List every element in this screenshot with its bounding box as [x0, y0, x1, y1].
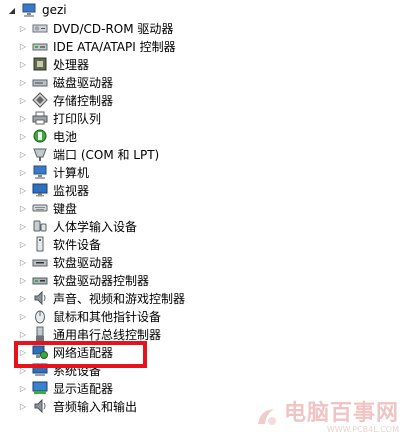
- tree-item-keyboard[interactable]: ▷ 键盘: [0, 199, 405, 217]
- sound-icon: [32, 290, 48, 306]
- collapse-arrow-icon[interactable]: ◢: [6, 6, 18, 15]
- tree-item-computer[interactable]: ▷ 计算机: [0, 163, 405, 181]
- tree-item-display-adapter[interactable]: ▷ 显示适配器: [0, 379, 405, 397]
- tree-item-floppy-controller[interactable]: ▷ 软盘驱动器控制器: [0, 271, 405, 289]
- tree-item-sound-video-game[interactable]: ▷ 声音、视频和游戏控制器: [0, 289, 405, 307]
- tree-item-label: 监视器: [53, 183, 90, 198]
- expand-arrow-icon[interactable]: ▷: [17, 42, 29, 51]
- expand-arrow-icon[interactable]: ▷: [17, 96, 29, 105]
- tree-item-label: 软盘驱动器控制器: [53, 273, 150, 288]
- tree-item-label: 处理器: [53, 57, 90, 72]
- expand-arrow-icon[interactable]: ▷: [17, 402, 29, 411]
- tree-item-label: 鼠标和其他指针设备: [53, 309, 162, 324]
- tree-item-usb-controller[interactable]: ▷ 通用串行总线控制器: [0, 325, 405, 343]
- tree-item-network-adapter[interactable]: ▷ 网络适配器: [0, 343, 405, 361]
- tree-item-label: 磁盘驱动器: [53, 75, 114, 90]
- device-tree: ▷ DVD/CD-ROM 驱动器 ▷ IDE ATA/ATAPI 控制器 ▷ 处…: [0, 19, 405, 415]
- expand-arrow-icon[interactable]: ▷: [17, 78, 29, 87]
- tree-item-label: DVD/CD-ROM 驱动器: [53, 21, 174, 36]
- tree-item-label: 打印队列: [53, 111, 102, 126]
- keyboard-icon: [32, 200, 48, 216]
- expand-arrow-icon[interactable]: ▷: [17, 168, 29, 177]
- expand-arrow-icon[interactable]: ▷: [17, 204, 29, 213]
- expand-arrow-icon[interactable]: ▷: [17, 294, 29, 303]
- expand-arrow-icon[interactable]: ▷: [17, 348, 29, 357]
- storage-controller-icon: [32, 92, 48, 108]
- display-adapter-icon: [32, 380, 48, 396]
- tree-item-disk-drive[interactable]: ▷ 磁盘驱动器: [0, 73, 405, 91]
- tree-item-floppy-drive[interactable]: ▷ 软盘驱动器: [0, 253, 405, 271]
- processor-icon: [32, 56, 48, 72]
- expand-arrow-icon[interactable]: ▷: [17, 114, 29, 123]
- tree-item-label: 端口 (COM 和 LPT): [53, 147, 160, 162]
- tree-item-label: 存储控制器: [53, 93, 114, 108]
- tree-item-label: 键盘: [53, 201, 78, 216]
- mouse-icon: [32, 308, 48, 324]
- expand-arrow-icon[interactable]: ▷: [17, 312, 29, 321]
- tree-item-battery[interactable]: ▷ 电池: [0, 127, 405, 145]
- tree-item-system-device[interactable]: ▷ 系统设备: [0, 361, 405, 379]
- expand-arrow-icon[interactable]: ▷: [17, 60, 29, 69]
- watermark-sub-text: WWW.PCB4L.COM: [326, 425, 399, 434]
- usb-icon: [32, 326, 48, 342]
- tree-item-processor[interactable]: ▷ 处理器: [0, 55, 405, 73]
- tree-item-label: 软盘驱动器: [53, 255, 114, 270]
- expand-arrow-icon[interactable]: ▷: [17, 276, 29, 285]
- tree-item-label: 人体学输入设备: [53, 219, 138, 234]
- computer-icon: [32, 164, 48, 180]
- network-adapter-icon: [32, 344, 48, 360]
- system-device-icon: [32, 362, 48, 378]
- tree-item-mouse[interactable]: ▷ 鼠标和其他指针设备: [0, 307, 405, 325]
- tree-root-row[interactable]: ◢ gezi: [0, 1, 67, 19]
- expand-arrow-icon[interactable]: ▷: [17, 24, 29, 33]
- expand-arrow-icon[interactable]: ▷: [17, 258, 29, 267]
- tree-item-dvd-cdrom[interactable]: ▷ DVD/CD-ROM 驱动器: [0, 19, 405, 37]
- tree-item-label: 显示适配器: [53, 381, 114, 396]
- tree-item-label: 声音、视频和游戏控制器: [53, 291, 186, 306]
- monitor-icon: [32, 182, 48, 198]
- software-device-icon: [32, 236, 48, 252]
- expand-arrow-icon[interactable]: ▷: [17, 240, 29, 249]
- port-icon: [32, 146, 48, 162]
- disk-drive-icon: [32, 74, 48, 90]
- tree-item-label: IDE ATA/ATAPI 控制器: [53, 39, 176, 54]
- tree-item-print-queue[interactable]: ▷ 打印队列: [0, 109, 405, 127]
- expand-arrow-icon[interactable]: ▷: [17, 132, 29, 141]
- tree-item-label: 音频输入和输出: [53, 399, 138, 414]
- tree-item-label: 通用串行总线控制器: [53, 327, 162, 342]
- floppy-drive-icon: [32, 254, 48, 270]
- expand-arrow-icon[interactable]: ▷: [17, 366, 29, 375]
- expand-arrow-icon[interactable]: ▷: [17, 330, 29, 339]
- hid-icon: [32, 218, 48, 234]
- expand-arrow-icon[interactable]: ▷: [17, 186, 29, 195]
- ide-controller-icon: [32, 38, 48, 54]
- tree-item-ports[interactable]: ▷ 端口 (COM 和 LPT): [0, 145, 405, 163]
- computer-icon: [21, 2, 37, 18]
- tree-item-hid[interactable]: ▷ 人体学输入设备: [0, 217, 405, 235]
- expand-arrow-icon[interactable]: ▷: [17, 150, 29, 159]
- tree-item-label: 系统设备: [53, 363, 102, 378]
- battery-icon: [32, 128, 48, 144]
- tree-item-label: 网络适配器: [53, 345, 114, 360]
- tree-item-monitor[interactable]: ▷ 监视器: [0, 181, 405, 199]
- tree-item-ide-ata[interactable]: ▷ IDE ATA/ATAPI 控制器: [0, 37, 405, 55]
- tree-item-storage-controller[interactable]: ▷ 存储控制器: [0, 91, 405, 109]
- optical-drive-icon: [32, 20, 48, 36]
- floppy-controller-icon: [32, 272, 48, 288]
- printer-icon: [32, 110, 48, 126]
- watermark-swirl-icon: [254, 404, 280, 433]
- audio-io-icon: [32, 398, 48, 414]
- expand-arrow-icon[interactable]: ▷: [17, 222, 29, 231]
- tree-root-label: gezi: [42, 3, 67, 17]
- tree-item-label: 软件设备: [53, 237, 102, 252]
- watermark-main-text: 电脑百事网: [283, 401, 399, 426]
- expand-arrow-icon[interactable]: ▷: [17, 384, 29, 393]
- tree-item-software-device[interactable]: ▷ 软件设备: [0, 235, 405, 253]
- watermark-logo: 电脑百事网 WWW.PCB4L.COM: [254, 403, 399, 434]
- tree-item-label: 计算机: [53, 165, 90, 180]
- tree-item-label: 电池: [53, 129, 78, 144]
